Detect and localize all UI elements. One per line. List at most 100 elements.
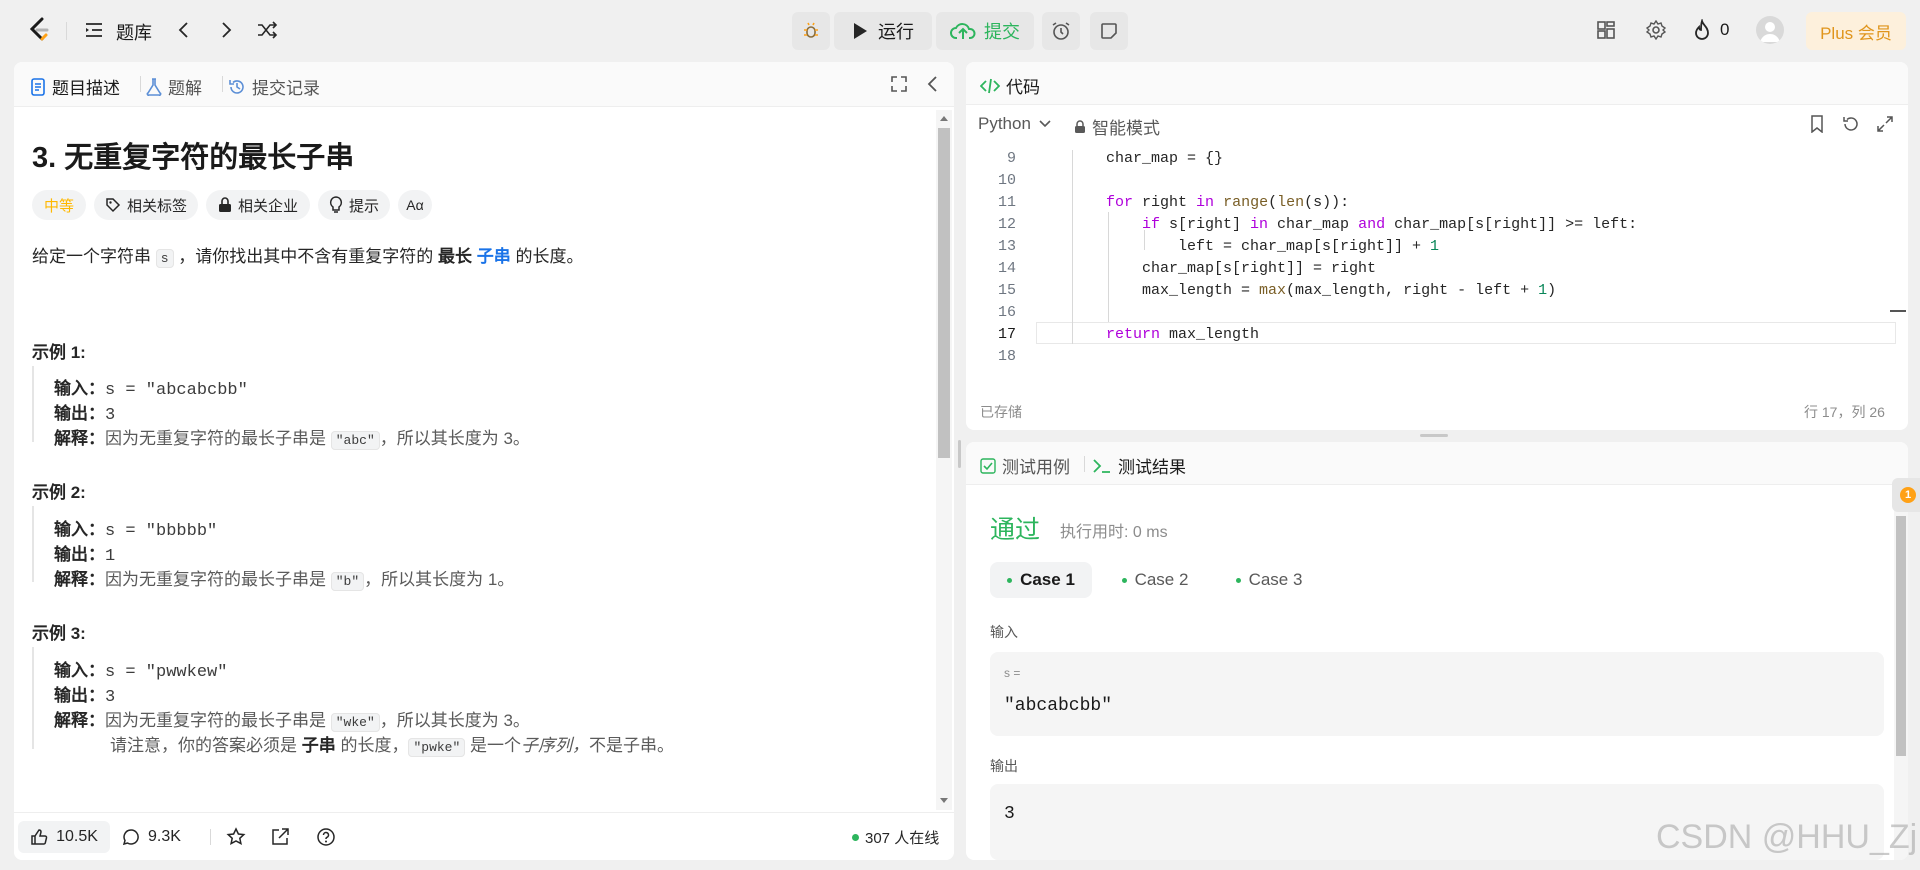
problem-list-icon[interactable] (84, 20, 104, 40)
problem-description: 给定一个字符串 s ，请你找出其中不含有重复字符的 最长 子串 的长度。 (32, 242, 583, 268)
fullscreen-icon[interactable] (1876, 114, 1894, 134)
tab-separator (222, 76, 223, 92)
problem-panel-header: 题目描述 题解 提交记录 (14, 62, 954, 107)
checkbox-icon (980, 457, 996, 474)
reset-code-icon[interactable] (1842, 114, 1860, 134)
input-label: 输入： (54, 661, 105, 680)
input-label: 输入： (54, 520, 105, 539)
description-scrollbar[interactable] (936, 110, 952, 810)
thumbs-up-icon (31, 829, 48, 845)
feedback-badge[interactable]: 1 (1892, 478, 1920, 512)
hints-label: 提示 (348, 197, 379, 215)
share-icon[interactable] (270, 827, 290, 847)
lightbulb-icon (329, 196, 343, 213)
input-value: s = "bbbbb" (105, 522, 218, 541)
plus-member-button[interactable]: Plus 会员 (1806, 12, 1906, 50)
cursor-position: 行 17，列 26 (1804, 404, 1885, 420)
explanation-code: "abc" (330, 431, 380, 450)
results-scrollbar[interactable] (1894, 486, 1908, 860)
desc-bold: 最长 (438, 247, 472, 266)
tab-solutions[interactable]: 题解 (146, 74, 202, 99)
code-tab[interactable]: 代码 (980, 73, 1040, 98)
horizontal-resize-handle[interactable] (1420, 434, 1448, 437)
code-toolbar: Python 智能模式 (966, 104, 1908, 144)
tab-submissions-label: 提交记录 (252, 79, 320, 98)
shuffle-icon[interactable] (256, 20, 278, 40)
example-1-input: 输入：s = "abcabcbb" (54, 374, 248, 400)
code-line: 13 left = char_map[s[right]] + 1 (966, 238, 1908, 260)
like-button[interactable]: 10.5K (18, 821, 110, 853)
expand-icon[interactable] (890, 75, 908, 93)
example-1-bar (32, 366, 34, 442)
explanation-label: 解释： (54, 711, 105, 730)
bookmark-icon[interactable] (1808, 114, 1826, 134)
explanation-text: 因为无重复字符的最长子串是 (105, 429, 331, 448)
tab-description[interactable]: 题目描述 (30, 74, 120, 99)
tab-test-result-label: 测试结果 (1118, 458, 1186, 477)
note-button[interactable] (1090, 12, 1128, 50)
scrollbar-thumb[interactable] (1896, 516, 1906, 756)
prev-problem-icon[interactable] (174, 20, 194, 40)
desc-text: 给定一个字符串 (32, 247, 156, 266)
run-label: 运行 (878, 22, 914, 42)
saved-status: 已存储 (980, 404, 1022, 420)
language-select[interactable]: Python (978, 114, 1051, 134)
tab-submissions[interactable]: 提交记录 (228, 74, 320, 99)
related-companies-button[interactable]: 相关企业 (206, 190, 310, 220)
settings-gear-icon[interactable] (1646, 20, 1666, 40)
tab-testcases[interactable]: 测试用例 (980, 453, 1070, 478)
code-line: 18 (966, 348, 1908, 370)
scroll-down-arrow[interactable] (940, 798, 948, 803)
case-2-tab[interactable]: Case 2 (1104, 562, 1206, 598)
line-number: 9 (1006, 150, 1016, 167)
help-icon[interactable] (316, 827, 336, 847)
smart-mode-label: 智能模式 (1092, 119, 1160, 138)
smart-mode-toggle[interactable]: 智能模式 (1074, 114, 1160, 139)
input-label: 输入： (54, 379, 105, 398)
fire-count: 0 (1720, 20, 1730, 39)
results-panel: 测试用例 测试结果 通过 执行用时: 0 ms Case 1 Case 2 Ca… (966, 442, 1908, 860)
tab-test-result[interactable]: 测试结果 (1092, 453, 1186, 478)
note-text: 的长度， (335, 736, 409, 755)
substring-link[interactable]: 子串 (477, 247, 511, 266)
collapse-panel-icon[interactable] (924, 75, 942, 93)
case-1-tab[interactable]: Case 1 (990, 562, 1092, 598)
star-icon[interactable] (226, 827, 246, 847)
layout-icon[interactable] (1596, 20, 1616, 40)
timer-button[interactable] (1042, 12, 1080, 50)
tab-description-label: 题目描述 (52, 79, 120, 98)
notification-count: 1 (1900, 487, 1916, 503)
terminal-icon (1093, 458, 1110, 473)
case-3-tab[interactable]: Case 3 (1218, 562, 1320, 598)
output-label: 输出： (54, 686, 105, 705)
code-editor[interactable]: 9 char_map = {} 10 11 for right in range(l… (966, 150, 1908, 382)
comments-button[interactable]: 9.3K (122, 821, 181, 853)
leetcode-logo-icon[interactable] (26, 16, 52, 44)
submit-button[interactable]: 提交 (936, 12, 1034, 50)
tag-icon (106, 198, 121, 213)
code-line: 12 if s[right] in char_map and char_map[s… (966, 216, 1908, 238)
related-tags-label: 相关标签 (126, 197, 187, 215)
code-line: 9 char_map = {} (966, 150, 1908, 172)
next-problem-icon[interactable] (216, 20, 236, 40)
debug-button[interactable] (792, 12, 830, 50)
online-count: 307 人在线 (865, 830, 940, 847)
related-tags-button[interactable]: 相关标签 (94, 190, 198, 220)
scroll-up-arrow[interactable] (940, 116, 948, 121)
run-button[interactable]: 运行 (834, 12, 932, 50)
line-number: 14 (997, 260, 1016, 277)
explanation-text: ，所以其长度为 3。 (379, 711, 530, 730)
vertical-resize-handle[interactable] (958, 440, 961, 468)
logo-divider (66, 22, 67, 40)
scrollbar-thumb[interactable] (938, 128, 950, 458)
problem-list-label[interactable]: 题库 (116, 19, 152, 45)
code-tab-label: 代码 (1006, 78, 1040, 97)
code-line: 16 (966, 304, 1908, 326)
code-line: 11 for right in range(len(s)): (966, 194, 1908, 216)
fire-icon[interactable] (1692, 19, 1712, 41)
lock-icon (1075, 119, 1085, 133)
hints-button[interactable]: 提示 (318, 190, 390, 220)
font-size-button[interactable]: Aα (398, 190, 432, 220)
avatar[interactable] (1756, 16, 1784, 44)
line-number: 13 (997, 238, 1016, 255)
